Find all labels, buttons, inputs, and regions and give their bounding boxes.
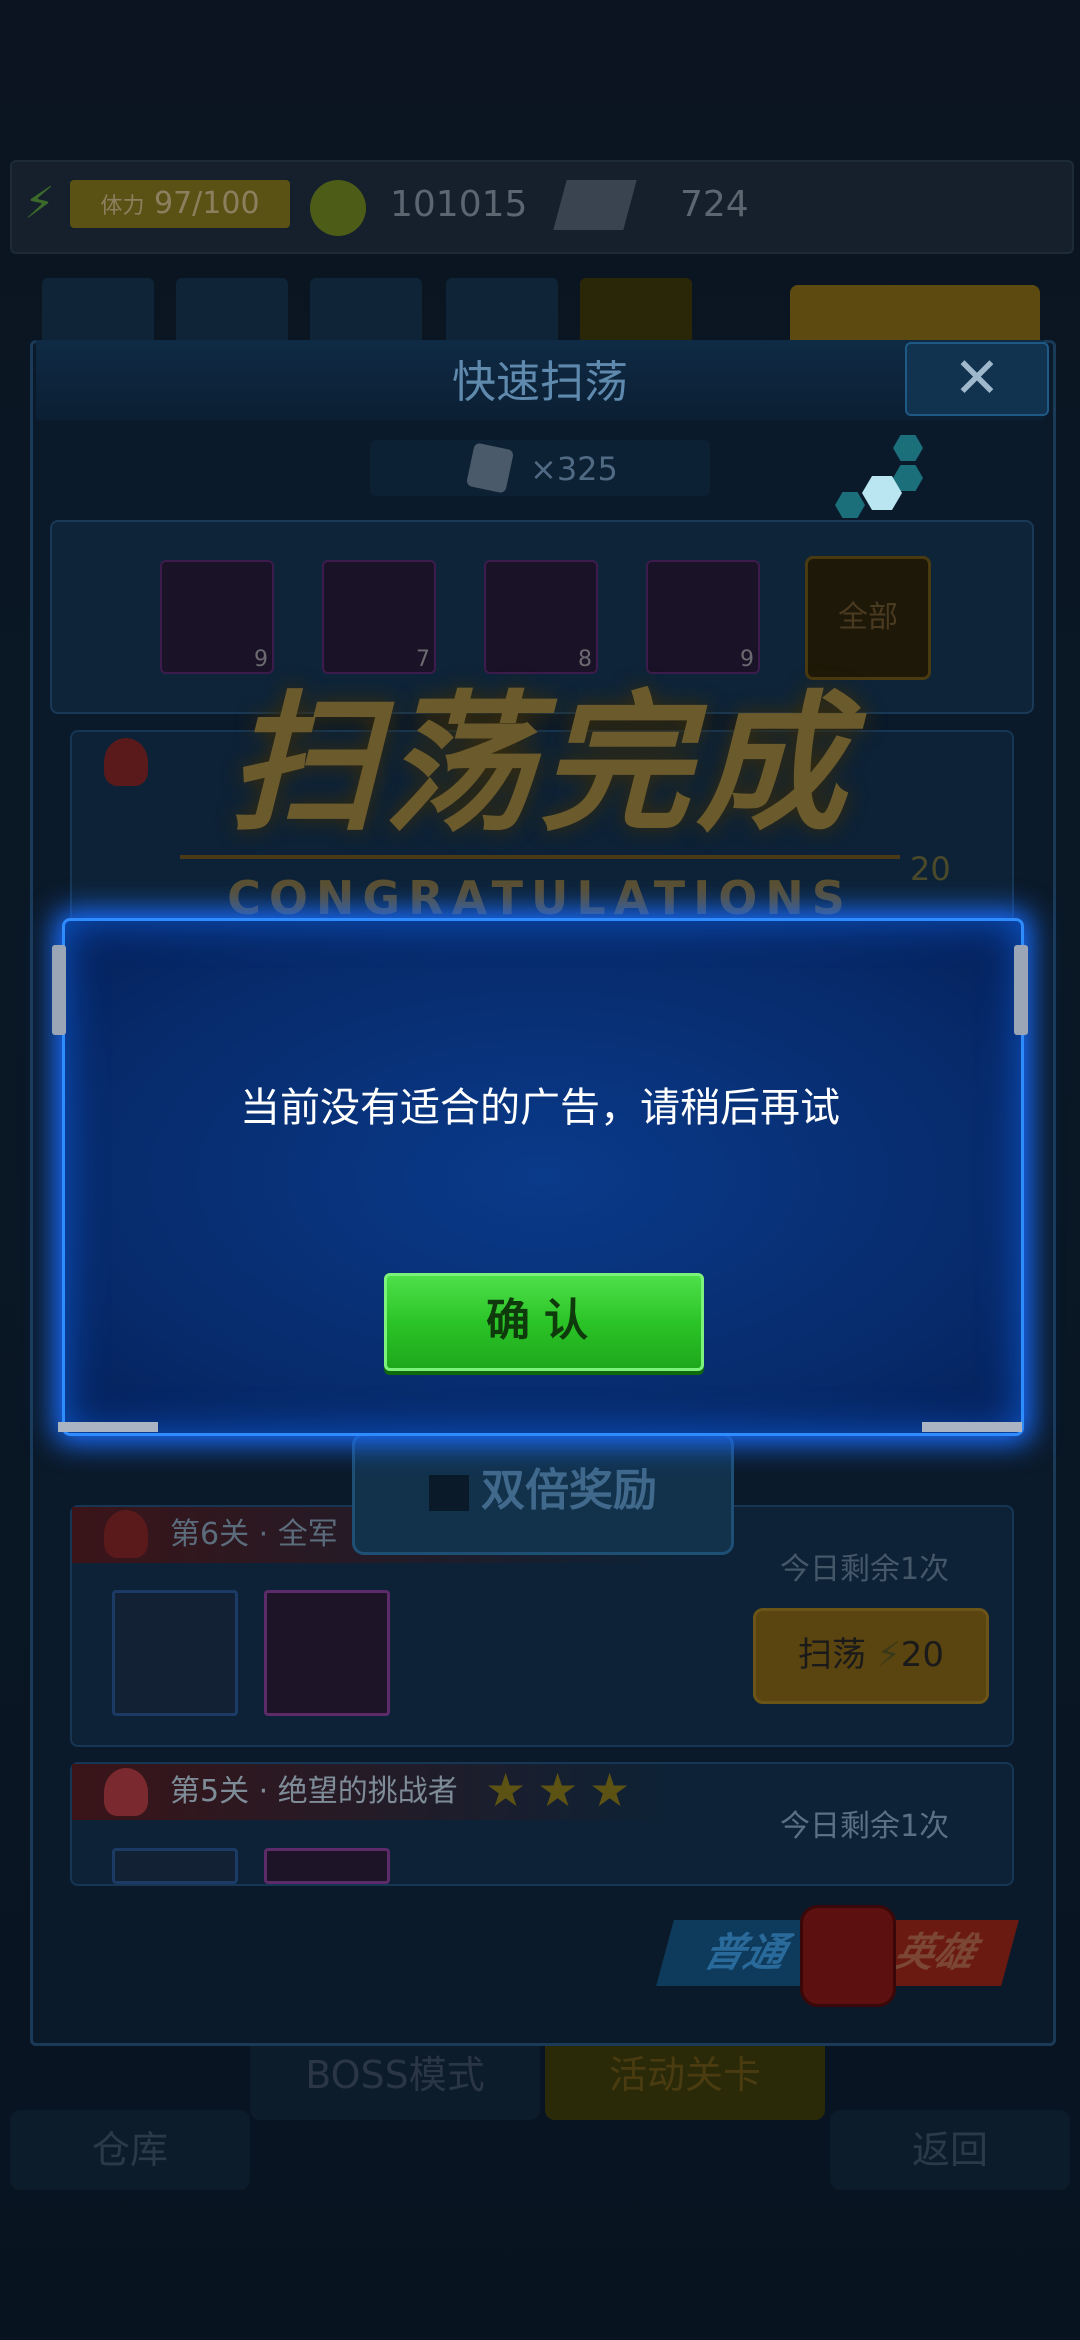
double-reward-label: 双倍奖励	[481, 1465, 657, 1516]
skull-icon	[104, 1510, 148, 1558]
mode-skull-icon	[800, 1905, 896, 2007]
back-label: 返回	[911, 2128, 988, 2172]
remaining-count: 今日剩余1次	[780, 1809, 950, 1844]
stage-name: 第6关 · 全军	[170, 1517, 338, 1552]
filter-count: 9	[254, 647, 268, 672]
filter-slot: 8	[484, 560, 598, 674]
filter-slot: 9	[160, 560, 274, 674]
confirm-button[interactable]: 确认	[384, 1273, 704, 1371]
sweep-label: 扫荡	[798, 1635, 867, 1675]
star-icon: ★	[485, 1763, 527, 1817]
back-button: 返回	[830, 2110, 1070, 2190]
energy-display: 体力 97/100	[70, 180, 290, 228]
dialog-message: 当前没有适合的广告，请稍后再试	[240, 1085, 840, 1131]
double-reward-button: 双倍奖励	[352, 1433, 734, 1555]
dialog-bracket-right	[1014, 945, 1028, 1035]
reward-item-slot	[264, 1848, 390, 1884]
reward-item-slot	[112, 1848, 238, 1884]
reward-item-slot	[112, 1590, 238, 1716]
filter-all-button: 全部	[805, 556, 931, 680]
close-button: ✕	[905, 342, 1049, 416]
energy-value: 97/100	[154, 186, 260, 221]
sweep-complete-banner: 扫荡完成	[227, 678, 852, 852]
video-ad-icon	[429, 1475, 469, 1511]
sweep-button: 扫荡 ⚡20	[753, 1608, 989, 1704]
warehouse-label: 仓库	[91, 2128, 168, 2172]
energy-bolt-icon: ⚡	[24, 178, 55, 229]
filter-count: 7	[416, 647, 430, 672]
filter-slot: 9	[646, 560, 760, 674]
dialog-corner-left	[58, 1422, 158, 1432]
dialog-bracket-left	[52, 945, 66, 1035]
skull-icon	[104, 1768, 148, 1816]
filter-count: 8	[578, 647, 592, 672]
gem-value: 724	[680, 184, 749, 225]
remaining-count: 今日剩余1次	[780, 1552, 950, 1587]
filter-count: 9	[740, 647, 754, 672]
sweep-cost: 20	[900, 1635, 944, 1675]
star-icon: ★	[589, 1763, 631, 1817]
reward-item-slot	[264, 1590, 390, 1716]
energy-bolt-icon: ⚡	[876, 1635, 901, 1675]
coin-icon	[310, 180, 366, 236]
banner-divider	[180, 855, 900, 859]
filter-slot: 7	[322, 560, 436, 674]
warehouse-button: 仓库	[10, 2110, 250, 2190]
dialog-corner-right	[922, 1422, 1022, 1432]
coin-value: 101015	[390, 184, 528, 225]
gem-icon	[553, 180, 637, 230]
star-icon: ★	[537, 1763, 579, 1817]
ticket-cost: ×325	[530, 450, 618, 488]
energy-label: 体力	[100, 194, 145, 219]
stage-name: 第5关 · 绝望的挑战者	[170, 1774, 458, 1809]
